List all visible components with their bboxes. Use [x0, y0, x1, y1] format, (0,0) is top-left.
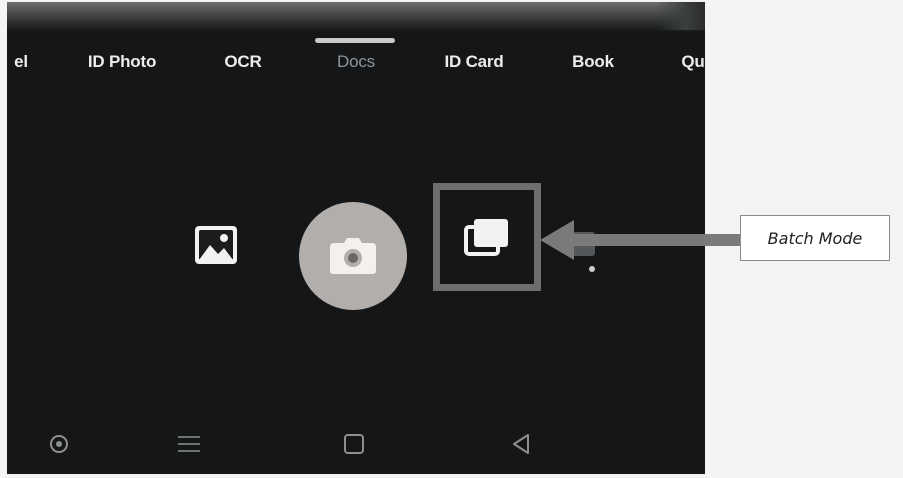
- camera-preview: [7, 2, 705, 32]
- tab-docs[interactable]: Docs: [337, 52, 375, 72]
- nav-menu-button[interactable]: [173, 428, 205, 460]
- tab-book[interactable]: Book: [572, 52, 614, 72]
- tab-partial-right[interactable]: Qu: [681, 52, 704, 72]
- shutter-button[interactable]: [299, 202, 407, 310]
- system-navigation-bar: [7, 414, 705, 474]
- page: el ID Photo OCR Docs ID Card Book Qu Bat…: [0, 0, 903, 478]
- tab-id-card[interactable]: ID Card: [444, 52, 503, 72]
- camera-icon: [330, 238, 376, 274]
- nav-circle-button[interactable]: [43, 428, 75, 460]
- image-icon: [195, 226, 237, 264]
- nav-back-button[interactable]: [505, 428, 537, 460]
- camera-preview-edge: [657, 2, 705, 30]
- mode-tab-bar: el ID Photo OCR Docs ID Card Book Qu: [7, 50, 705, 78]
- annotation-arrow: [540, 220, 740, 260]
- back-triangle-icon: [513, 434, 529, 454]
- square-icon: [344, 434, 364, 454]
- stacked-pages-icon: [464, 219, 508, 256]
- tab-id-photo[interactable]: ID Photo: [88, 52, 156, 72]
- mode-indicator-bar: [315, 38, 395, 43]
- batch-mode-callout: Batch Mode: [740, 215, 890, 261]
- tab-partial-left[interactable]: el: [14, 52, 28, 72]
- nav-home-button[interactable]: [338, 428, 370, 460]
- tab-ocr[interactable]: OCR: [224, 52, 261, 72]
- circle-icon: [50, 435, 68, 453]
- menu-icon: [178, 436, 200, 452]
- batch-mode-button[interactable]: [433, 183, 541, 291]
- gallery-button[interactable]: [193, 222, 239, 268]
